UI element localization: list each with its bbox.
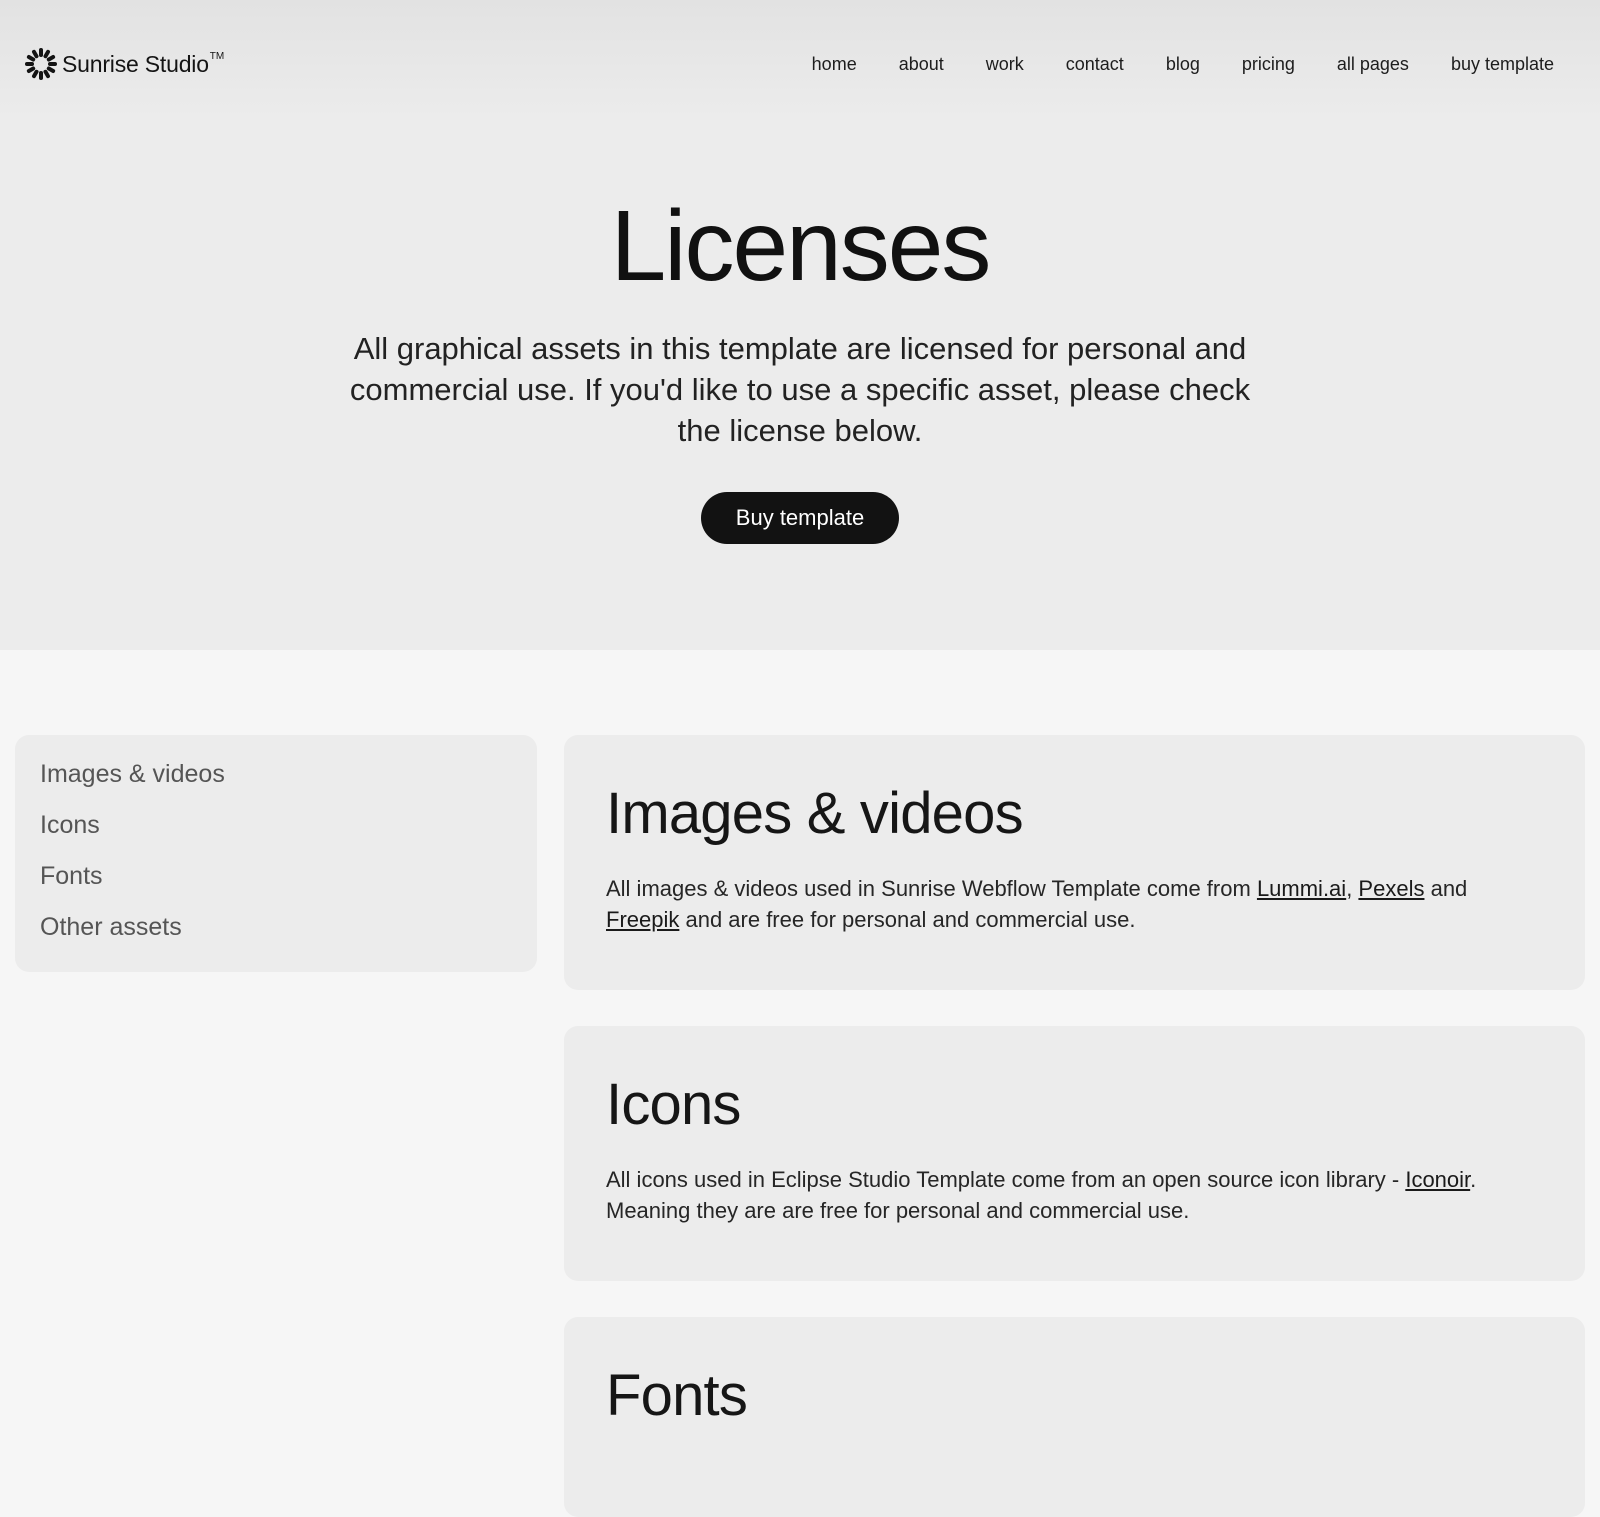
toc-item-images-videos[interactable]: Images & videos	[40, 749, 512, 800]
body-text: All images & videos used in Sunrise Webf…	[606, 876, 1257, 901]
freepik-link[interactable]: Freepik	[606, 907, 679, 932]
hero-subtitle: All graphical assets in this template ar…	[349, 331, 1251, 448]
nav-all-pages-link[interactable]: all pages	[1337, 50, 1409, 78]
section-body: All images & videos used in Sunrise Webf…	[606, 873, 1536, 935]
iconoir-link[interactable]: Iconoir	[1405, 1167, 1470, 1192]
images-videos-section: Images & videos All images & videos used…	[564, 735, 1585, 990]
toc-item-icons[interactable]: Icons	[40, 800, 512, 851]
body-text: and	[1424, 876, 1468, 901]
fonts-section: Fonts	[564, 1317, 1585, 1517]
nav-work-link[interactable]: work	[986, 50, 1024, 78]
toc-item-other-assets[interactable]: Other assets	[40, 902, 512, 953]
nav-links: home about work contact blog pricing all…	[770, 50, 1554, 78]
section-title: Fonts	[606, 1363, 748, 1428]
toc-item-fonts[interactable]: Fonts	[40, 851, 512, 902]
nav-pricing-link[interactable]: pricing	[1242, 50, 1295, 78]
navbar: Sunrise Studio TM home about work contac…	[0, 0, 1600, 128]
body-text: All icons used in Eclipse Studio Templat…	[606, 1167, 1406, 1192]
nav-blog-link[interactable]: blog	[1166, 50, 1200, 78]
nav-about-link[interactable]: about	[899, 50, 944, 78]
page-title: Licenses	[610, 190, 992, 302]
body-text: and are free for personal and commercial…	[679, 907, 1136, 932]
nav-contact-link[interactable]: contact	[1066, 50, 1124, 78]
brand-logo-link[interactable]: Sunrise Studio TM	[24, 46, 224, 82]
nav-buy-template-link[interactable]: buy template	[1451, 50, 1554, 78]
section-title: Images & videos	[606, 781, 1024, 846]
pexels-link[interactable]: Pexels	[1358, 876, 1424, 901]
hero-section: Sunrise Studio TM home about work contac…	[0, 0, 1600, 650]
license-toc: Images & videos Icons Fonts Other assets	[15, 735, 537, 972]
buy-template-button[interactable]: Buy template	[701, 492, 899, 544]
lummi-link[interactable]: Lummi.ai	[1257, 876, 1346, 901]
section-title: Icons	[606, 1072, 741, 1137]
body-text: ,	[1346, 876, 1359, 901]
brand-trademark: TM	[209, 51, 225, 62]
icons-section: Icons All icons used in Eclipse Studio T…	[564, 1026, 1585, 1281]
nav-home-link[interactable]: home	[812, 50, 857, 78]
section-body: All icons used in Eclipse Studio Templat…	[606, 1164, 1536, 1226]
brand-name: Sunrise Studio	[62, 50, 209, 77]
sunburst-logo-icon	[25, 48, 57, 80]
